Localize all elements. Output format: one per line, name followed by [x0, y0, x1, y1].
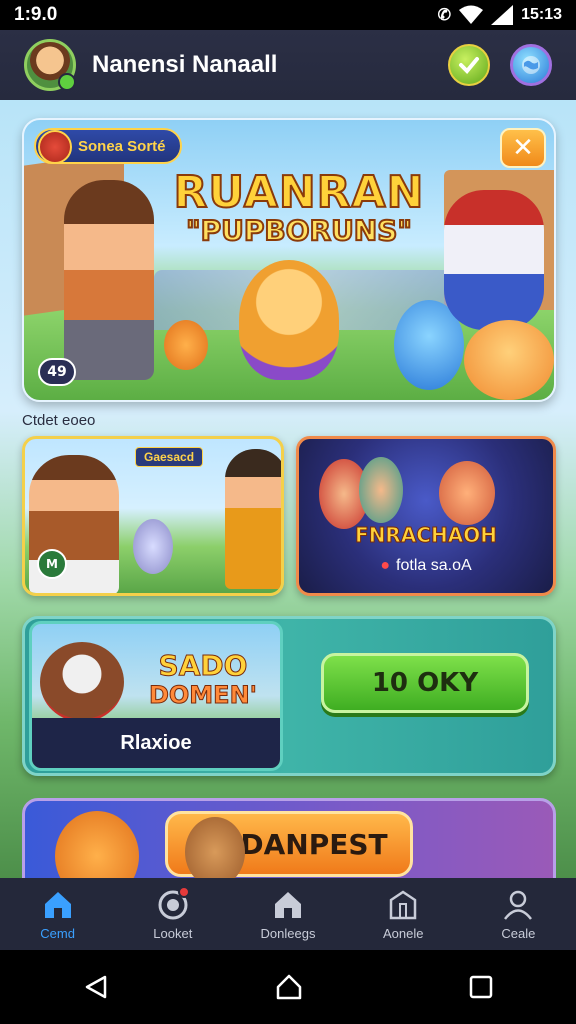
nav-label-profile: Ceale [501, 925, 536, 941]
home-circle-icon[interactable] [275, 973, 303, 1001]
hero-badge-label: Sonea Sorté [78, 137, 166, 155]
hero-character-boy [64, 180, 154, 380]
section-label: Ctdet eoeo [22, 412, 96, 429]
avatar[interactable] [24, 39, 76, 91]
check-button[interactable] [448, 44, 490, 86]
nav-item-profile[interactable]: Ceale [461, 878, 576, 950]
hero-character-cat [464, 320, 554, 400]
main-content: Sonea Sorté ✕ RUANRAN "PUPBORUNS" 49 Ctd… [0, 100, 576, 878]
globe-button[interactable] [510, 44, 552, 86]
badge-icon [38, 130, 72, 164]
app-header: Nanensi Nanaall [0, 30, 576, 100]
house-icon [275, 891, 301, 918]
home-icon [44, 891, 71, 918]
nav-item-home[interactable]: Cemd [0, 878, 115, 950]
card-character-cat [133, 519, 173, 574]
promo-character-dog [40, 642, 124, 722]
hero-counter: 49 [38, 358, 76, 386]
app-title: Nanensi Nanaall [92, 51, 278, 78]
card-badge: M [37, 549, 67, 579]
nav-label-target: Looket [153, 925, 193, 941]
promo-button[interactable]: 10 OKY [321, 653, 529, 713]
promo-title: SADO DOMEN' [128, 649, 278, 710]
banner-character-fox [185, 817, 245, 878]
bottom-banner[interactable]: DANPEST [22, 798, 556, 878]
nav-label-house: Donleegs [260, 925, 316, 941]
card-subtitle: ● fotla sa.oA [299, 557, 553, 575]
hero-character-cap [444, 190, 544, 330]
status-clock: 15:13 [521, 6, 562, 23]
hero-character-fox [239, 260, 339, 380]
promo-card[interactable]: SADO DOMEN' Rlaxioe [29, 621, 283, 771]
notification-dot [177, 885, 190, 898]
hero-character-small [164, 320, 208, 370]
promo-title-line2: DOMEN' [148, 681, 258, 710]
nav-item-building[interactable]: Aonele [346, 878, 461, 950]
status-icons: ✆ 15:13 [438, 5, 562, 25]
nav-item-house[interactable]: Donleegs [230, 878, 345, 950]
card-character-right [225, 449, 281, 589]
status-time: 1:9.0 [14, 4, 58, 25]
card-character-runner2 [359, 457, 403, 523]
nav-label-building: Aonele [382, 925, 424, 941]
status-bar: 1:9.0 ✆ 15:13 [0, 0, 576, 30]
system-nav-bar [0, 950, 576, 1024]
wifi-icon [459, 5, 484, 24]
promo-panel: SADO DOMEN' Rlaxioe 10 OKY [22, 616, 556, 776]
game-card-left[interactable]: Gaesacd M [22, 436, 284, 596]
hero-title-line2: "PUPBORUNS" [185, 214, 413, 248]
card-character-fox [439, 461, 495, 525]
hero-banner[interactable]: Sonea Sorté ✕ RUANRAN "PUPBORUNS" 49 [22, 118, 556, 402]
recents-icon[interactable] [469, 975, 493, 999]
banner-character-bear [55, 811, 139, 878]
close-button[interactable]: ✕ [500, 128, 546, 168]
card-title: FNRACHAOH [355, 523, 498, 548]
globe-icon [522, 56, 540, 74]
nav-item-target[interactable]: Looket [115, 878, 230, 950]
target-icon-wrap [156, 885, 190, 922]
back-icon[interactable] [83, 974, 109, 1000]
hero-title: RUANRAN "PUPBORUNS" [164, 167, 434, 248]
signal-icon [491, 5, 514, 25]
hero-badge[interactable]: Sonea Sorté [34, 128, 182, 164]
banner-button-label: DANPEST [240, 827, 388, 861]
card-tag: Gaesacd [135, 447, 204, 467]
location-pin-icon: ● [380, 557, 391, 574]
building-icon [389, 889, 417, 919]
hero-title-line1: RUANRAN [173, 167, 425, 218]
promo-title-line1: SADO [158, 649, 248, 682]
card-subtitle-text: fotla sa.oA [396, 557, 472, 574]
game-card-right[interactable]: FNRACHAOH ● fotla sa.oA [296, 436, 556, 596]
nav-label-home: Cemd [40, 925, 75, 941]
check-icon [459, 57, 479, 74]
promo-footer: Rlaxioe [32, 718, 280, 768]
profile-icon [504, 890, 533, 920]
close-icon: ✕ [512, 133, 534, 163]
bottom-nav: Cemd Looket Donleegs Aonele Ceale [0, 878, 576, 950]
vibrate-icon: ✆ [437, 7, 452, 24]
